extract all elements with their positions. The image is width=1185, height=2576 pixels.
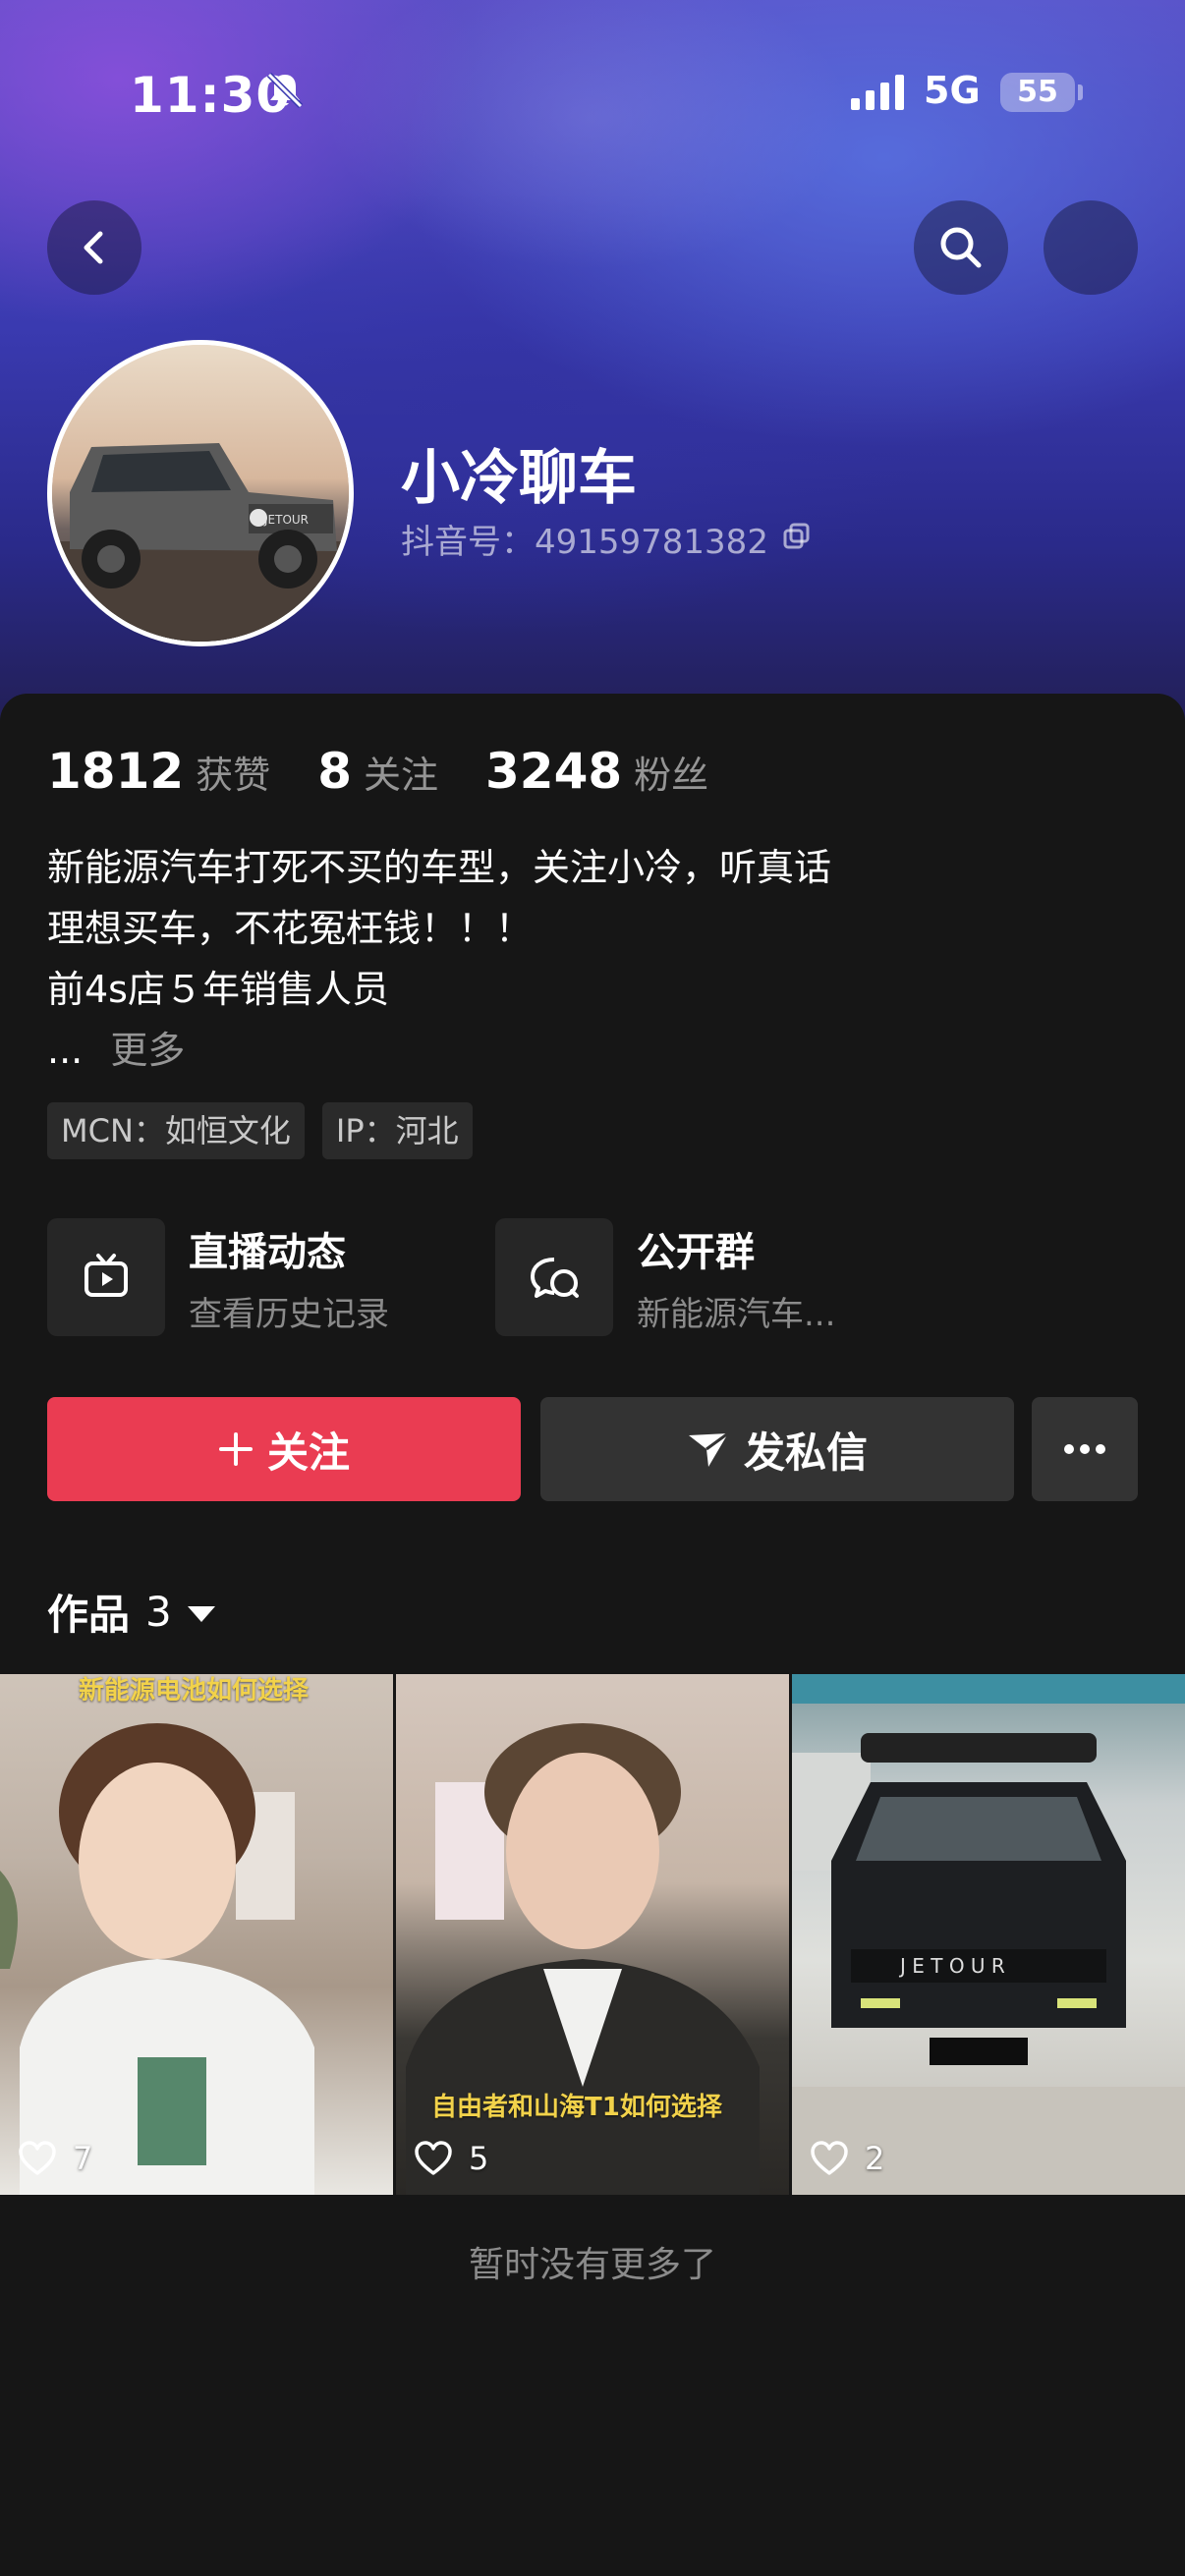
network-type: 5G [924, 69, 981, 112]
back-button[interactable] [47, 200, 141, 295]
live-history-entry[interactable]: 直播动态 查看历史记录 [47, 1218, 389, 1336]
video-thumbnail[interactable]: 自由者和山海T1如何选择 5 [396, 1674, 789, 2195]
douyin-id: 抖音号：49159781382 [401, 523, 768, 562]
works-tab[interactable]: 作品 3 [47, 1582, 215, 1642]
likes-label: 获赞 [196, 754, 271, 797]
paper-plane-icon [687, 1429, 730, 1469]
cellular-signal-icon [851, 75, 904, 110]
bio-line: 理想买车，不花冤枉钱！！！ [47, 907, 534, 950]
send-message-label: 发私信 [743, 1428, 868, 1477]
bio-expand[interactable]: ... 更多 [47, 1020, 831, 1081]
video-thumbnail-image [0, 1723, 314, 2195]
video-likes-count: 2 [865, 2140, 885, 2177]
following-label[interactable]: 关注 [364, 745, 438, 799]
video-likes-count: 7 [73, 2140, 93, 2177]
public-group-subtitle: 新能源汽车... [637, 1294, 836, 1334]
heart-icon [19, 2141, 56, 2175]
profile-stats: 1812 获赞 8 关注 3248 粉丝 [47, 743, 756, 802]
public-group-title: 公开群 [637, 1229, 755, 1275]
status-bar: 11:30 5G 55 [0, 59, 1185, 128]
svg-text:J E T O U R: J E T O U R [898, 1954, 1005, 1978]
live-history-title: 直播动态 [189, 1229, 346, 1275]
followers-count[interactable]: 3248 [485, 743, 622, 800]
works-grid: 新能源电池如何选择 7 自由者和山海T1如何选择 5 J E T O U R 2 [0, 1674, 1185, 2195]
video-thumbnail[interactable]: 新能源电池如何选择 7 [0, 1674, 393, 2195]
copy-icon[interactable] [782, 521, 812, 550]
battery-icon: 55 [1000, 73, 1083, 112]
works-count: 3 [145, 1588, 172, 1636]
bell-muted-icon [266, 72, 304, 109]
caret-down-icon [187, 1605, 215, 1622]
followers-label[interactable]: 粉丝 [634, 745, 708, 799]
live-history-subtitle: 查看历史记录 [189, 1294, 389, 1334]
more-options-button[interactable] [1044, 200, 1138, 295]
avatar-car-image: JETOUR [52, 345, 349, 642]
chevron-left-icon [84, 231, 103, 264]
ip-location-tag: IP：河北 [321, 1102, 473, 1159]
more-actions-button[interactable] [1032, 1397, 1138, 1501]
bio-ellipsis: ... [47, 1029, 84, 1072]
tv-icon [47, 1218, 165, 1336]
no-more-content-text: 暂时没有更多了 [468, 2245, 716, 2285]
bio-line: 前4s店５年销售人员 [47, 968, 389, 1011]
follow-label: 关注 [266, 1428, 350, 1477]
heart-icon [415, 2141, 452, 2175]
public-group-entry[interactable]: 公开群 新能源汽车... [495, 1218, 835, 1336]
svg-text:JETOUR: JETOUR [263, 513, 309, 527]
avatar[interactable]: JETOUR [47, 340, 354, 646]
profile-bio: 新能源汽车打死不买的车型，关注小冷，听真话 理想买车，不花冤枉钱！！！ 前4s店… [47, 837, 831, 1081]
video-thumbnail-image: J E T O U R [792, 1674, 1185, 2195]
video-likes: 5 [414, 2140, 488, 2177]
works-label: 作品 [47, 1591, 131, 1639]
video-likes: 7 [18, 2140, 92, 2177]
bio-line: 新能源汽车打死不买的车型，关注小冷，听真话 [47, 846, 832, 889]
plus-icon [218, 1431, 254, 1467]
following-count[interactable]: 8 [317, 743, 352, 800]
battery-level: 55 [1017, 75, 1058, 109]
chat-icon [495, 1218, 613, 1336]
search-icon [940, 227, 982, 268]
video-caption: 新能源电池如何选择 [79, 1676, 310, 1706]
video-likes-count: 5 [469, 2140, 489, 2177]
likes-count: 1812 [47, 743, 185, 800]
video-caption: 自由者和山海T1如何选择 [431, 2093, 722, 2122]
profile-name: 小冷聊车 [401, 444, 637, 513]
mcn-tag: MCN：如恒文化 [47, 1102, 305, 1159]
bio-more-link[interactable]: 更多 [110, 1029, 185, 1072]
search-button[interactable] [914, 200, 1008, 295]
ellipsis-icon [1064, 1444, 1105, 1454]
send-message-button[interactable]: 发私信 [540, 1397, 1014, 1501]
video-likes: 2 [810, 2140, 884, 2177]
follow-button[interactable]: 关注 [47, 1397, 521, 1501]
profile-tags: MCN：如恒文化 IP：河北 [47, 1102, 473, 1159]
heart-icon [811, 2141, 848, 2175]
video-thumbnail[interactable]: J E T O U R 2 [792, 1674, 1185, 2195]
